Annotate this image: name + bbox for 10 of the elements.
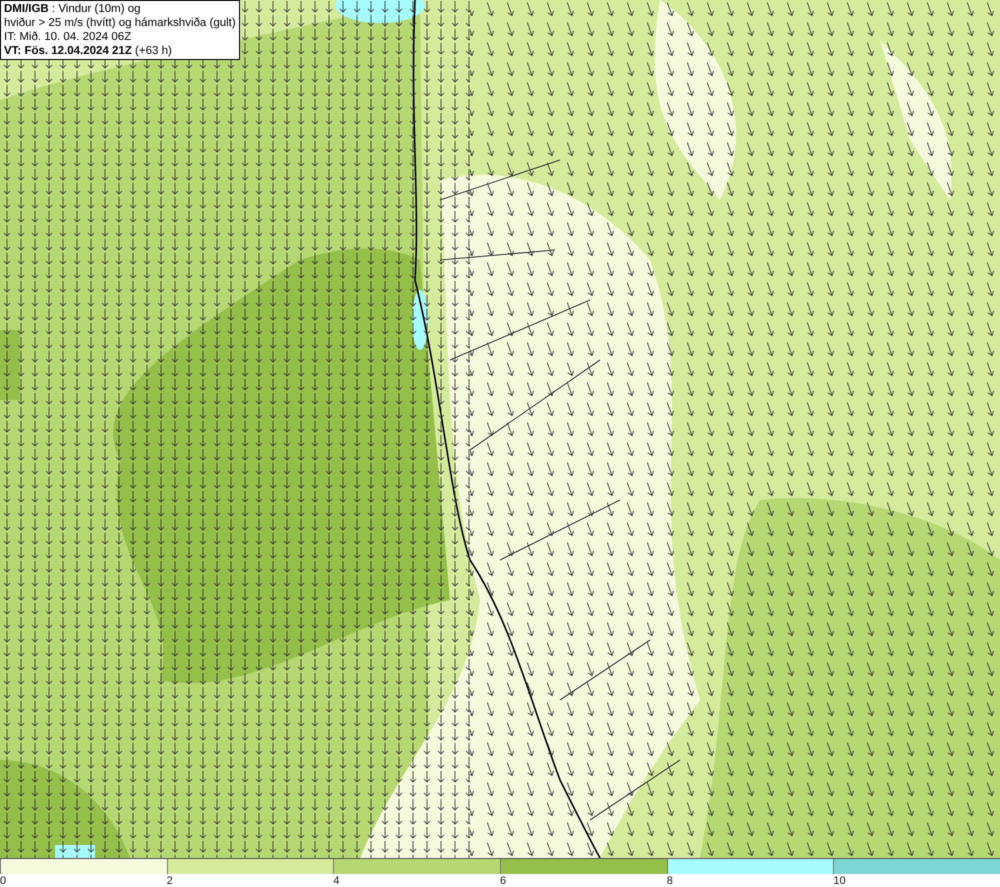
- legend-tick-label: 6: [500, 874, 506, 887]
- legend-tick-label: 2: [166, 874, 173, 887]
- legend-tick-label: 8: [666, 874, 673, 887]
- info-text: DMI/IGB : Vindur (10m) og: [4, 2, 142, 16]
- legend-tick-label: 0: [0, 874, 6, 887]
- info-text: IT: Mið. 10. 04. 2024 06Z: [4, 30, 132, 44]
- info-text: hviður > 25 m/s (hvítt) og hámarkshviða (gult): [4, 16, 236, 30]
- info-text: VT: Fös. 12.04.2024 21Z (+63 h): [4, 44, 173, 58]
- legend-tick-label: 10: [833, 874, 846, 887]
- legend-tick-label: 4: [333, 874, 340, 887]
